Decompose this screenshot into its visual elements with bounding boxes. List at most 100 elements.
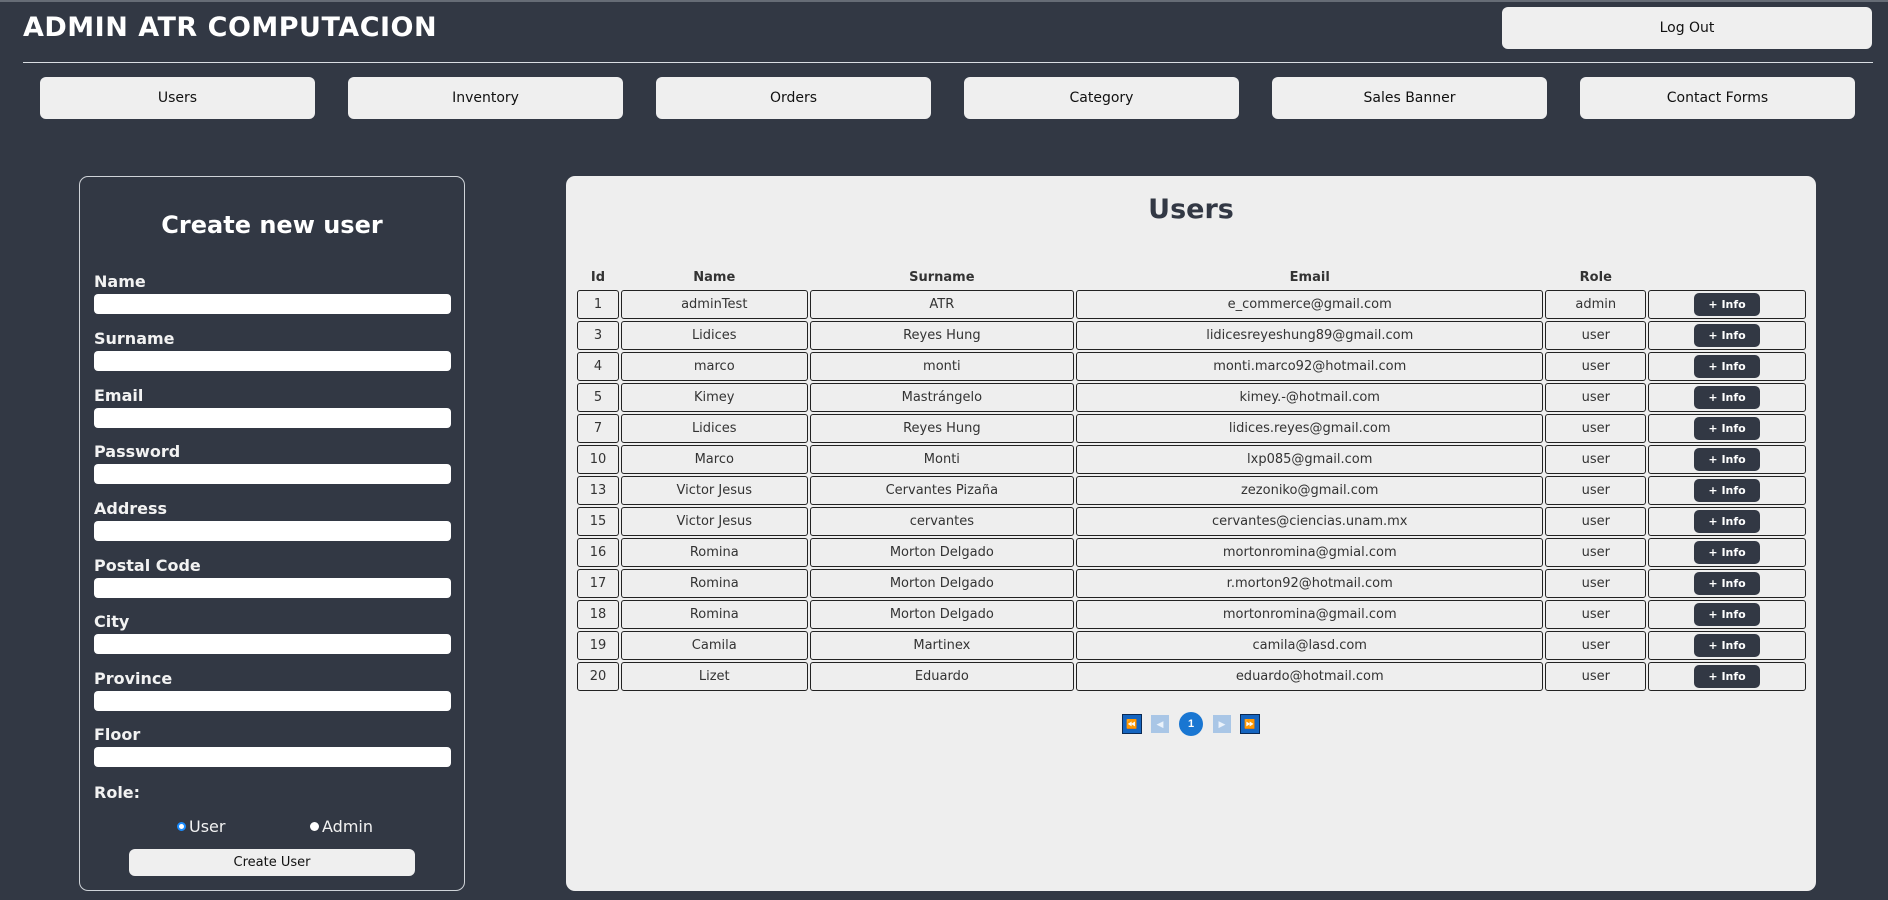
address-input[interactable] [94, 521, 451, 541]
role-user-radio[interactable]: User [177, 817, 225, 836]
surname-input[interactable] [94, 351, 451, 371]
address-label: Address [94, 499, 168, 518]
email-input[interactable] [94, 408, 451, 428]
cell-name: Kimey [620, 383, 808, 412]
info-button[interactable]: + Info [1694, 386, 1761, 409]
cell-email: kimey.-@hotmail.com [1076, 383, 1544, 412]
password-input[interactable] [94, 464, 451, 484]
next-page-icon[interactable]: ▶ [1213, 715, 1231, 733]
cell-email: mortonromina@gmial.com [1076, 538, 1544, 567]
surname-label: Surname [94, 329, 175, 348]
city-input[interactable] [94, 634, 451, 654]
cell-id: 13 [577, 476, 619, 505]
cell-name: Victor Jesus [620, 507, 808, 536]
users-title: Users [1148, 194, 1234, 225]
table-row: 1 adminTest ATR e_commerce@gmail.com adm… [577, 290, 1806, 319]
cell-email: r.morton92@hotmail.com [1076, 569, 1544, 598]
role-admin-radio[interactable]: Admin [310, 817, 373, 836]
info-button[interactable]: + Info [1694, 355, 1761, 378]
cell-email: lxp085@gmail.com [1076, 445, 1544, 474]
cell-actions: + Info [1648, 321, 1806, 350]
info-button[interactable]: + Info [1694, 541, 1761, 564]
table-header-row: Id Name Surname Email Role [577, 266, 1806, 288]
cell-surname: Martinex [809, 631, 1075, 660]
cell-actions: + Info [1648, 569, 1806, 598]
info-button[interactable]: + Info [1694, 634, 1761, 657]
table-row: 7 Lidices Reyes Hung lidices.reyes@gmail… [577, 414, 1806, 443]
cell-id: 18 [577, 600, 619, 629]
nav-orders-button[interactable]: Orders [656, 77, 931, 119]
cell-role: user [1545, 600, 1647, 629]
cell-email: e_commerce@gmail.com [1076, 290, 1544, 319]
info-button[interactable]: + Info [1694, 448, 1761, 471]
cell-name: Lizet [620, 662, 808, 691]
info-button[interactable]: + Info [1694, 293, 1761, 316]
last-page-icon[interactable]: ⏩ [1240, 714, 1260, 734]
cell-id: 19 [577, 631, 619, 660]
name-input[interactable] [94, 294, 451, 314]
cell-id: 5 [577, 383, 619, 412]
first-page-icon[interactable]: ⏪ [1122, 714, 1142, 734]
cell-actions: + Info [1648, 476, 1806, 505]
cell-email: cervantes@ciencias.unam.mx [1076, 507, 1544, 536]
province-input[interactable] [94, 691, 451, 711]
col-id-header: Id [590, 269, 606, 285]
admin-nav: Users Inventory Orders Category Sales Ba… [40, 77, 1855, 119]
nav-users-button[interactable]: Users [40, 77, 315, 119]
cell-surname: Reyes Hung [809, 414, 1075, 443]
cell-role: user [1545, 476, 1647, 505]
cell-actions: + Info [1648, 290, 1806, 319]
prev-page-icon[interactable]: ◀ [1151, 715, 1169, 733]
radio-checked-icon[interactable] [177, 822, 186, 831]
city-field-group: City [94, 612, 451, 654]
logout-button[interactable]: Log Out [1502, 7, 1872, 49]
table-row: 19 Camila Martinex camila@lasd.com user … [577, 631, 1806, 660]
table-row: 17 Romina Morton Delgado r.morton92@hotm… [577, 569, 1806, 598]
info-button[interactable]: + Info [1694, 510, 1761, 533]
role-user-label: User [189, 817, 226, 836]
cell-role: user [1545, 414, 1647, 443]
pagination: ⏪ ◀ 1 ▶ ⏩ [566, 712, 1816, 736]
cell-role: admin [1545, 290, 1647, 319]
cell-surname: Cervantes Pizaña [809, 476, 1075, 505]
col-surname-header: Surname [909, 269, 975, 285]
province-label: Province [94, 669, 173, 688]
email-field-group: Email [94, 386, 451, 428]
table-row: 16 Romina Morton Delgado mortonromina@gm… [577, 538, 1806, 567]
cell-id: 20 [577, 662, 619, 691]
table-row: 10 Marco Monti lxp085@gmail.com user + I… [577, 445, 1806, 474]
nav-contact-forms-button[interactable]: Contact Forms [1580, 77, 1855, 119]
radio-unchecked-icon[interactable] [310, 822, 319, 831]
top-border [0, 0, 1888, 2]
info-button[interactable]: + Info [1694, 324, 1761, 347]
cell-id: 3 [577, 321, 619, 350]
role-label: Role: [94, 783, 141, 802]
info-button[interactable]: + Info [1694, 572, 1761, 595]
role-admin-label: Admin [322, 817, 373, 836]
col-actions-header [1648, 266, 1806, 288]
cell-id: 4 [577, 352, 619, 381]
col-email-header: Email [1289, 269, 1330, 285]
cell-email: monti.marco92@hotmail.com [1076, 352, 1544, 381]
info-button[interactable]: + Info [1694, 603, 1761, 626]
current-page-button[interactable]: 1 [1179, 712, 1203, 736]
cell-id: 10 [577, 445, 619, 474]
password-field-group: Password [94, 442, 451, 484]
create-user-button[interactable]: Create User [129, 849, 415, 876]
cell-name: Romina [620, 600, 808, 629]
table-row: 18 Romina Morton Delgado mortonromina@gm… [577, 600, 1806, 629]
info-button[interactable]: + Info [1694, 417, 1761, 440]
floor-input[interactable] [94, 747, 451, 767]
info-button[interactable]: + Info [1694, 479, 1761, 502]
info-button[interactable]: + Info [1694, 665, 1761, 688]
cell-surname: Eduardo [809, 662, 1075, 691]
table-row: 13 Victor Jesus Cervantes Pizaña zezonik… [577, 476, 1806, 505]
cell-surname: monti [809, 352, 1075, 381]
nav-category-button[interactable]: Category [964, 77, 1239, 119]
nav-inventory-button[interactable]: Inventory [348, 77, 623, 119]
cell-actions: + Info [1648, 352, 1806, 381]
nav-sales-banner-button[interactable]: Sales Banner [1272, 77, 1547, 119]
cell-id: 7 [577, 414, 619, 443]
postal-code-input[interactable] [94, 578, 451, 598]
surname-field-group: Surname [94, 329, 451, 371]
